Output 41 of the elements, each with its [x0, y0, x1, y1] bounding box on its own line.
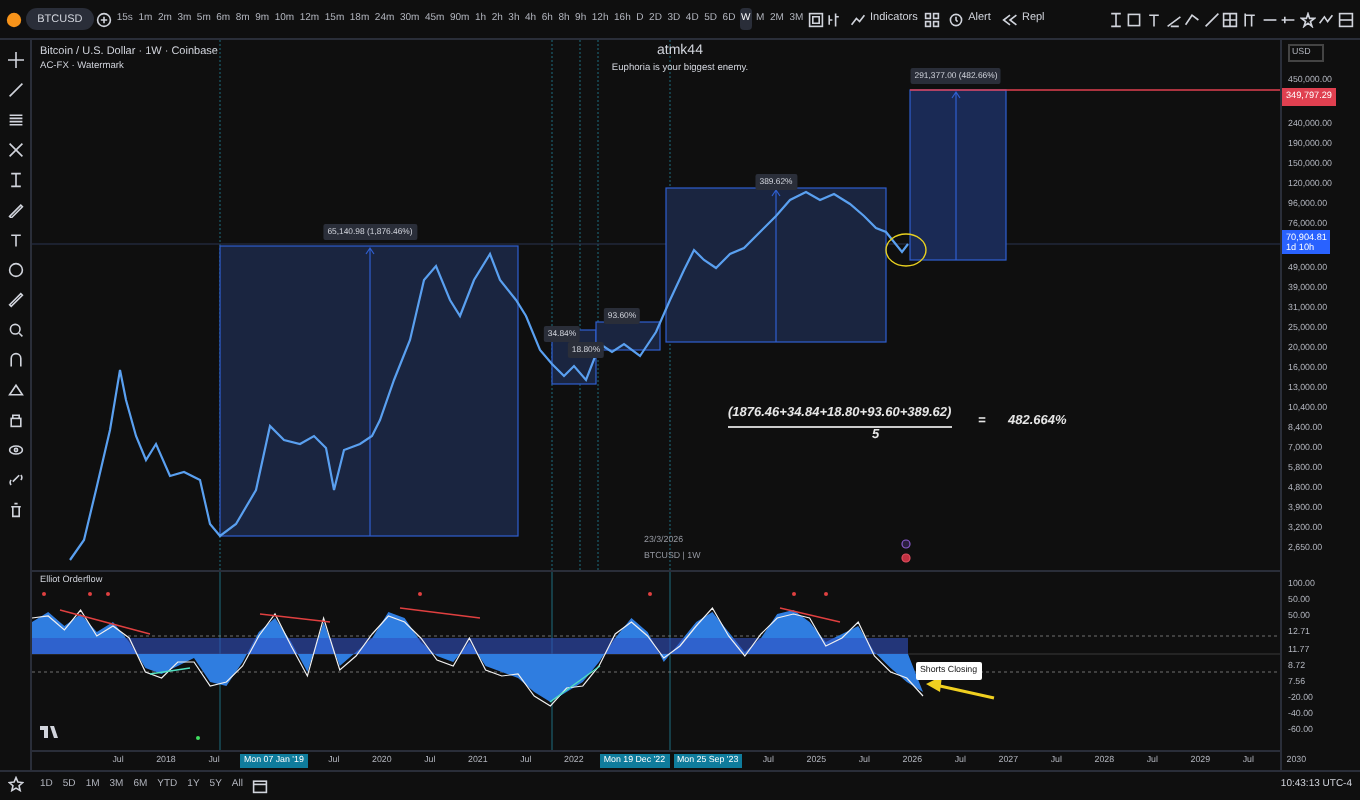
lock-icon[interactable]: [7, 412, 23, 428]
link-icon[interactable]: [7, 472, 23, 488]
avatar-icon[interactable]: [6, 11, 22, 27]
text-icon[interactable]: [7, 232, 23, 248]
arrow: [926, 676, 995, 700]
eye-icon[interactable]: [7, 442, 23, 458]
path-icon[interactable]: [1184, 11, 1201, 27]
highlight-ellipse: [885, 233, 927, 267]
layout-icon[interactable]: [807, 11, 824, 27]
panel-icon[interactable]: [1338, 11, 1354, 27]
pen-icon[interactable]: [1165, 11, 1182, 27]
magnet-icon[interactable]: [7, 352, 23, 368]
calendar-icon[interactable]: [252, 778, 269, 794]
trash-icon[interactable]: [7, 502, 23, 518]
text-cursor-icon[interactable]: [7, 172, 23, 188]
templates-icon[interactable]: [924, 11, 941, 27]
rectangle-icon[interactable]: [1126, 11, 1143, 27]
text-cursor-icon[interactable]: [1107, 11, 1124, 27]
wave-icon[interactable]: [1318, 11, 1335, 27]
grid-icon[interactable]: [1222, 11, 1239, 27]
chart-line-icon: [850, 11, 867, 27]
star-icon[interactable]: [1299, 11, 1316, 27]
cross-icon[interactable]: [7, 142, 23, 158]
brush-icon[interactable]: [7, 202, 23, 218]
ray-icon[interactable]: [1280, 11, 1297, 27]
rewind-icon: [1001, 11, 1018, 27]
circle-icon[interactable]: [7, 262, 23, 278]
lines-icon[interactable]: [7, 112, 23, 128]
ruler-icon[interactable]: [7, 292, 23, 308]
triangle-icon[interactable]: [7, 382, 23, 398]
logo-icon: [40, 726, 58, 738]
trend-line-icon[interactable]: [7, 82, 23, 98]
add-icon[interactable]: [96, 11, 113, 27]
zoom-icon[interactable]: [7, 322, 23, 338]
text-icon[interactable]: [1146, 11, 1163, 27]
line-icon[interactable]: [1203, 11, 1220, 27]
crosshair-icon[interactable]: [7, 52, 23, 68]
fork-icon[interactable]: [1242, 11, 1259, 27]
candles-icon[interactable]: [826, 11, 843, 27]
star-icon[interactable]: [8, 776, 24, 792]
clock-icon: [948, 11, 965, 27]
